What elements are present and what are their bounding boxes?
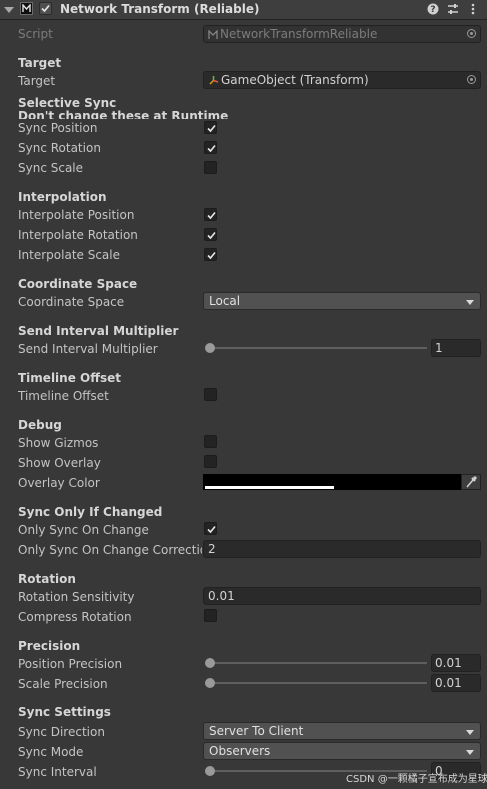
coordinate-space-label: Coordinate Space <box>18 295 125 309</box>
rotation-sensitivity-label: Rotation Sensitivity <box>18 590 135 604</box>
section-coordinate-space: Coordinate Space <box>18 277 138 291</box>
send-interval-label: Send Interval Multiplier <box>18 342 158 356</box>
interpolate-position-label: Interpolate Position <box>18 208 135 222</box>
interpolate-rotation-checkbox[interactable] <box>204 228 217 241</box>
section-rotation: Rotation <box>18 572 76 586</box>
position-precision-label: Position Precision <box>18 657 123 671</box>
show-overlay-checkbox[interactable] <box>204 455 217 468</box>
slider-handle[interactable] <box>205 678 215 688</box>
more-vert-icon[interactable] <box>466 2 480 16</box>
only-sync-correction-label: Only Sync On Change Correction <box>18 543 202 557</box>
target-label: Target <box>18 74 56 88</box>
target-field[interactable]: GameObject (Transform) <box>203 71 481 89</box>
show-gizmos-checkbox[interactable] <box>204 435 217 448</box>
sync-direction-label: Sync Direction <box>18 725 105 739</box>
overlay-color-field[interactable] <box>203 474 461 490</box>
send-interval-slider[interactable] <box>205 343 427 353</box>
sync-rotation-label: Sync Rotation <box>18 141 101 155</box>
coordinate-space-value: Local <box>209 294 241 308</box>
interpolate-scale-label: Interpolate Scale <box>18 248 120 262</box>
slider-handle[interactable] <box>205 658 215 668</box>
eyedropper-icon[interactable] <box>461 474 481 490</box>
section-debug: Debug <box>18 418 62 432</box>
sync-direction-dropdown[interactable]: Server To Client <box>203 722 481 740</box>
interpolate-position-checkbox[interactable] <box>204 208 217 221</box>
transform-icon <box>208 74 219 88</box>
object-picker-icon[interactable] <box>467 29 476 38</box>
selective-sync-note: Don't change these at Runtime <box>18 109 229 119</box>
sync-scale-label: Sync Scale <box>18 161 84 175</box>
overlay-color-label: Overlay Color <box>18 476 100 490</box>
chevron-down-icon <box>466 730 474 735</box>
section-send-interval: Send Interval Multiplier <box>18 324 179 338</box>
slider-track <box>208 682 427 684</box>
component-title: Network Transform (Reliable) <box>60 2 260 16</box>
object-picker-icon[interactable] <box>467 75 476 84</box>
help-icon[interactable]: ? <box>426 2 440 16</box>
slider-track <box>208 662 427 664</box>
section-sync-settings: Sync Settings <box>18 705 111 719</box>
position-precision-slider[interactable] <box>205 658 427 668</box>
sync-mode-value: Observers <box>209 744 271 758</box>
fold-arrow-icon[interactable] <box>4 7 14 13</box>
chevron-down-icon <box>466 300 474 305</box>
slider-handle[interactable] <box>205 343 215 353</box>
scale-precision-field[interactable]: 0.01 <box>431 674 481 692</box>
timeline-offset-label: Timeline Offset <box>18 389 109 403</box>
scale-precision-slider[interactable] <box>205 678 427 688</box>
script-value: NetworkTransformReliable <box>220 27 378 41</box>
timeline-offset-checkbox[interactable] <box>204 388 217 401</box>
svg-text:?: ? <box>430 5 435 15</box>
rotation-sensitivity-field[interactable]: 0.01 <box>203 587 481 605</box>
scale-precision-label: Scale Precision <box>18 677 108 691</box>
interpolate-rotation-label: Interpolate Rotation <box>18 228 138 242</box>
show-overlay-label: Show Overlay <box>18 456 101 470</box>
only-sync-on-change-checkbox[interactable] <box>204 522 217 535</box>
script-label: Script <box>18 27 53 41</box>
slider-track <box>208 347 427 349</box>
sync-interval-label: Sync Interval <box>18 765 97 779</box>
sync-position-checkbox[interactable] <box>204 121 217 134</box>
section-sync-only-if-changed: Sync Only If Changed <box>18 505 163 519</box>
compress-rotation-checkbox[interactable] <box>204 609 217 622</box>
position-precision-field[interactable]: 0.01 <box>431 654 481 672</box>
alpha-bar <box>205 486 334 489</box>
section-interpolation: Interpolation <box>18 190 107 204</box>
preset-icon[interactable] <box>446 2 460 16</box>
sync-mode-label: Sync Mode <box>18 745 84 759</box>
coordinate-space-dropdown[interactable]: Local <box>203 292 481 310</box>
script-icon <box>208 28 218 42</box>
only-sync-correction-field[interactable]: 2 <box>203 540 481 558</box>
send-interval-field[interactable]: 1 <box>431 339 481 357</box>
sync-scale-checkbox[interactable] <box>204 161 217 174</box>
sync-rotation-checkbox[interactable] <box>204 141 217 154</box>
compress-rotation-label: Compress Rotation <box>18 610 132 624</box>
show-gizmos-label: Show Gizmos <box>18 436 99 450</box>
sync-mode-dropdown[interactable]: Observers <box>203 742 481 760</box>
section-timeline-offset: Timeline Offset <box>18 371 121 385</box>
network-transform-icon <box>20 2 33 15</box>
sync-direction-value: Server To Client <box>209 724 304 738</box>
component-header: Network Transform (Reliable) ? <box>0 0 487 20</box>
component-enabled-checkbox[interactable] <box>39 2 52 15</box>
sync-position-label: Sync Position <box>18 121 98 135</box>
section-selective-sync: Selective Sync <box>18 96 117 110</box>
section-target: Target <box>18 56 62 70</box>
watermark: CSDN @一颗橘子宣布成为星球 <box>346 774 487 785</box>
section-precision: Precision <box>18 639 81 653</box>
interpolate-scale-checkbox[interactable] <box>204 248 217 261</box>
target-value: GameObject (Transform) <box>221 73 369 87</box>
script-field: NetworkTransformReliable <box>203 25 481 43</box>
chevron-down-icon <box>466 750 474 755</box>
only-sync-on-change-label: Only Sync On Change <box>18 523 149 537</box>
slider-handle[interactable] <box>205 766 215 776</box>
